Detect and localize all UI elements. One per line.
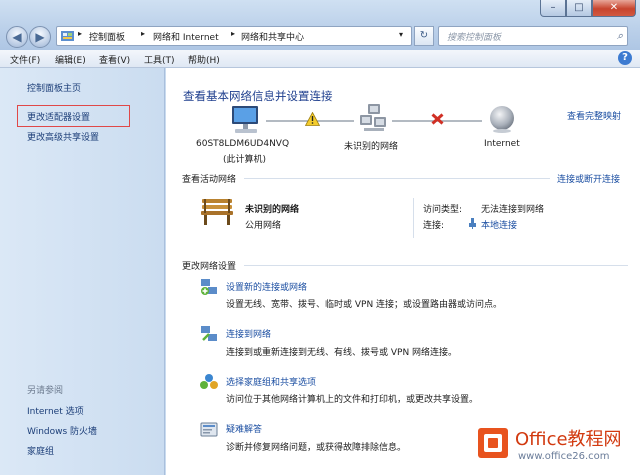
troubleshoot-link[interactable]: 疑难解答	[226, 422, 262, 435]
forward-button[interactable]: ▶	[29, 26, 51, 48]
troubleshoot-desc: 诊断并修复网络问题，或获得故障排除信息。	[226, 443, 407, 453]
back-button[interactable]: ◀	[6, 26, 28, 48]
connect-disconnect-link[interactable]: 连接或断开连接	[557, 172, 620, 185]
sidebar-item-windows-firewall[interactable]: Windows 防火墙	[27, 424, 97, 437]
office-logo-icon	[478, 428, 508, 458]
connect-to-network-link[interactable]: 连接到网络	[226, 327, 271, 340]
breadcrumb-control-panel[interactable]: 控制面板	[89, 30, 125, 43]
menu-help[interactable]: 帮助(H)	[188, 53, 220, 66]
connect-to-network-icon[interactable]	[200, 325, 218, 343]
menu-edit[interactable]: 编辑(E)	[55, 53, 86, 66]
menu-bar: 文件(F) 编辑(E) 查看(V) 工具(T) 帮助(H) ?	[0, 50, 640, 68]
section-divider	[244, 265, 628, 266]
breadcrumb-separator-icon: ▸	[231, 29, 236, 38]
refresh-button[interactable]: ↻	[414, 26, 434, 46]
active-networks-heading: 查看活动网络	[182, 175, 237, 185]
homegroup-icon[interactable]	[200, 373, 218, 391]
menu-tools[interactable]: 工具(T)	[144, 53, 175, 66]
help-icon[interactable]: ?	[618, 51, 632, 65]
sidebar-item-change-advanced-sharing[interactable]: 更改高级共享设置	[27, 130, 99, 143]
watermark-url: www.office26.com	[518, 451, 610, 462]
control-panel-icon	[61, 31, 74, 41]
local-connection-link[interactable]: 本地连接	[481, 218, 517, 231]
breadcrumb-separator-icon: ▸	[78, 29, 83, 38]
vertical-divider	[413, 198, 414, 238]
homegroup-sharing-link[interactable]: 选择家庭组和共享选项	[226, 375, 316, 388]
unidentified-network-icon[interactable]	[358, 103, 388, 135]
forward-arrow-icon: ▶	[35, 30, 45, 44]
watermark-brand: Office教程网	[515, 429, 622, 450]
public-network-bench-icon[interactable]	[200, 197, 234, 227]
menu-view[interactable]: 查看(V)	[99, 53, 130, 66]
sidebar-item-control-panel-home[interactable]: 控制面板主页	[27, 81, 81, 94]
troubleshoot-icon[interactable]	[200, 421, 218, 439]
homegroup-sharing-desc: 访问位于其他网络计算机上的文件和打印机，或更改共享设置。	[226, 395, 479, 405]
change-settings-heading: 更改网络设置	[182, 262, 237, 272]
access-type-value: 无法连接到网络	[481, 205, 545, 215]
search-placeholder: 搜索控制面板	[447, 33, 502, 43]
ethernet-icon	[468, 218, 477, 232]
connect-to-network-desc: 连接到或重新连接到无线、有线、拨号或 VPN 网络连接。	[226, 348, 458, 358]
disconnected-x-icon[interactable]	[431, 113, 444, 125]
connection-label: 连接:	[423, 221, 445, 231]
warning-icon[interactable]	[305, 112, 320, 126]
breadcrumb-separator-icon: ▸	[141, 29, 146, 38]
search-icon[interactable]: ⌕	[617, 29, 623, 43]
computer-name-label: 60ST8LDM6UD4NVQ	[196, 139, 290, 149]
search-input[interactable]: 搜索控制面板 ⌕	[438, 26, 628, 46]
network-node-label: 未识别的网络	[344, 142, 399, 152]
back-arrow-icon: ◀	[12, 30, 22, 44]
address-bar[interactable]: ▸ 控制面板 ▸ 网络和 Internet ▸ 网络和共享中心 ▾	[56, 26, 412, 46]
minimize-button[interactable]: –	[540, 0, 566, 17]
section-divider	[244, 178, 550, 179]
computer-icon[interactable]	[229, 104, 263, 136]
internet-globe-icon[interactable]	[487, 104, 517, 134]
sidebar-item-internet-options[interactable]: Internet 选项	[27, 404, 84, 417]
internet-node-label: Internet	[484, 139, 520, 149]
sidebar-item-change-adapter-settings[interactable]: 更改适配器设置	[27, 110, 90, 123]
breadcrumb-network-sharing-center[interactable]: 网络和共享中心	[241, 30, 304, 43]
maximize-button[interactable]: □	[566, 0, 592, 17]
menu-file[interactable]: 文件(F)	[10, 53, 40, 66]
view-full-map-link[interactable]: 查看完整映射	[567, 109, 621, 122]
computer-sub-label: (此计算机)	[223, 155, 267, 165]
active-network-name: 未识别的网络	[245, 205, 300, 215]
close-button[interactable]: ✕	[592, 0, 636, 17]
sidebar-item-homegroup[interactable]: 家庭组	[27, 444, 54, 457]
address-dropdown-icon[interactable]: ▾	[399, 30, 403, 39]
setup-connection-desc: 设置无线、宽带、拨号、临时或 VPN 连接；或设置路由器或访问点。	[226, 300, 503, 310]
setup-connection-link[interactable]: 设置新的连接或网络	[226, 280, 307, 293]
breadcrumb-network-internet[interactable]: 网络和 Internet	[153, 30, 219, 43]
active-network-type[interactable]: 公用网络	[245, 218, 281, 231]
see-also-heading: 另请参阅	[27, 386, 64, 396]
page-title: 查看基本网络信息并设置连接	[183, 89, 333, 103]
access-type-label: 访问类型:	[423, 205, 463, 215]
refresh-icon: ↻	[419, 30, 429, 41]
new-connection-icon[interactable]	[200, 278, 218, 296]
